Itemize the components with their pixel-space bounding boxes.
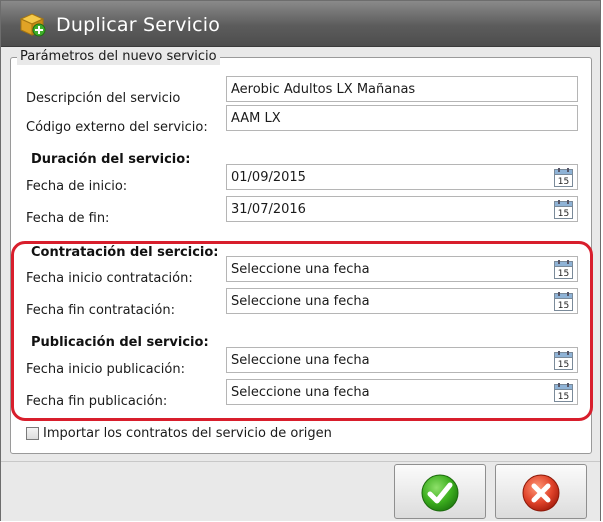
title-bar: Duplicar Servicio: [1, 1, 600, 47]
svg-text:15: 15: [558, 301, 569, 311]
inicio-contratacion-placeholder: Seleccione una fecha: [231, 262, 370, 277]
svg-text:15: 15: [558, 269, 569, 279]
calendar-icon[interactable]: 15: [554, 351, 573, 370]
calendar-icon[interactable]: 15: [554, 168, 573, 187]
dialog-body: Parámetros del nuevo servicio Descripció…: [1, 47, 600, 521]
calendar-icon[interactable]: 15: [554, 260, 573, 279]
fin-publicacion-placeholder: Seleccione una fecha: [231, 385, 370, 400]
descripcion-value: Aerobic Adultos LX Mañanas: [231, 82, 416, 97]
inicio-publicacion-placeholder: Seleccione una fecha: [231, 353, 370, 368]
fecha-fin-label: Fecha de fin:: [26, 211, 110, 226]
inicio-contratacion-label: Fecha inicio contratación:: [26, 271, 193, 286]
calendar-icon[interactable]: 15: [554, 200, 573, 219]
contratacion-title: Contratación del sercicio:: [31, 245, 219, 260]
fin-contratacion-placeholder: Seleccione una fecha: [231, 294, 370, 309]
fin-contratacion-field[interactable]: Seleccione una fecha 15: [226, 288, 578, 314]
inicio-publicacion-label: Fecha inicio publicación:: [26, 362, 185, 377]
cancel-x-icon: [522, 474, 560, 512]
publicacion-title: Publicación del servicio:: [31, 335, 209, 350]
window-title: Duplicar Servicio: [56, 14, 221, 36]
fecha-inicio-value: 01/09/2015: [231, 170, 306, 185]
calendar-icon[interactable]: 15: [554, 383, 573, 402]
inicio-contratacion-field[interactable]: Seleccione una fecha 15: [226, 256, 578, 282]
check-icon: [421, 474, 459, 512]
fecha-fin-field[interactable]: 31/07/2016 15: [226, 196, 578, 222]
svg-text:15: 15: [558, 177, 569, 187]
fin-publicacion-field[interactable]: Seleccione una fecha 15: [226, 379, 578, 405]
fecha-inicio-field[interactable]: 01/09/2015 15: [226, 164, 578, 190]
svg-text:15: 15: [558, 360, 569, 370]
footer-divider: [1, 461, 600, 462]
cancel-button[interactable]: [495, 464, 587, 519]
fin-contratacion-label: Fecha fin contratación:: [26, 303, 175, 318]
calendar-icon[interactable]: 15: [554, 292, 573, 311]
fin-publicacion-label: Fecha fin publicación:: [26, 394, 168, 409]
fecha-inicio-label: Fecha de inicio:: [26, 179, 128, 194]
group-legend: Parámetros del nuevo servicio: [17, 49, 220, 65]
dialog-window: Duplicar Servicio Parámetros del nuevo s…: [0, 0, 601, 521]
duracion-title: Duración del servicio:: [31, 152, 191, 167]
inicio-publicacion-field[interactable]: Seleccione una fecha 15: [226, 347, 578, 373]
fecha-fin-value: 31/07/2016: [231, 202, 306, 217]
importar-label[interactable]: Importar los contratos del servicio de o…: [43, 426, 332, 441]
codigo-label: Código externo del servicio:: [26, 120, 208, 135]
codigo-field[interactable]: AAM LX: [226, 105, 578, 131]
descripcion-field[interactable]: Aerobic Adultos LX Mañanas: [226, 76, 578, 102]
ok-button[interactable]: [394, 464, 486, 519]
svg-text:15: 15: [558, 209, 569, 219]
codigo-value: AAM LX: [231, 111, 281, 126]
importar-checkbox[interactable]: [26, 427, 39, 440]
descripcion-label: Descripción del servicio: [26, 91, 181, 106]
parameters-group: Parámetros del nuevo servicio Descripció…: [10, 49, 593, 454]
box-add-icon: [19, 13, 46, 37]
svg-text:15: 15: [558, 392, 569, 402]
